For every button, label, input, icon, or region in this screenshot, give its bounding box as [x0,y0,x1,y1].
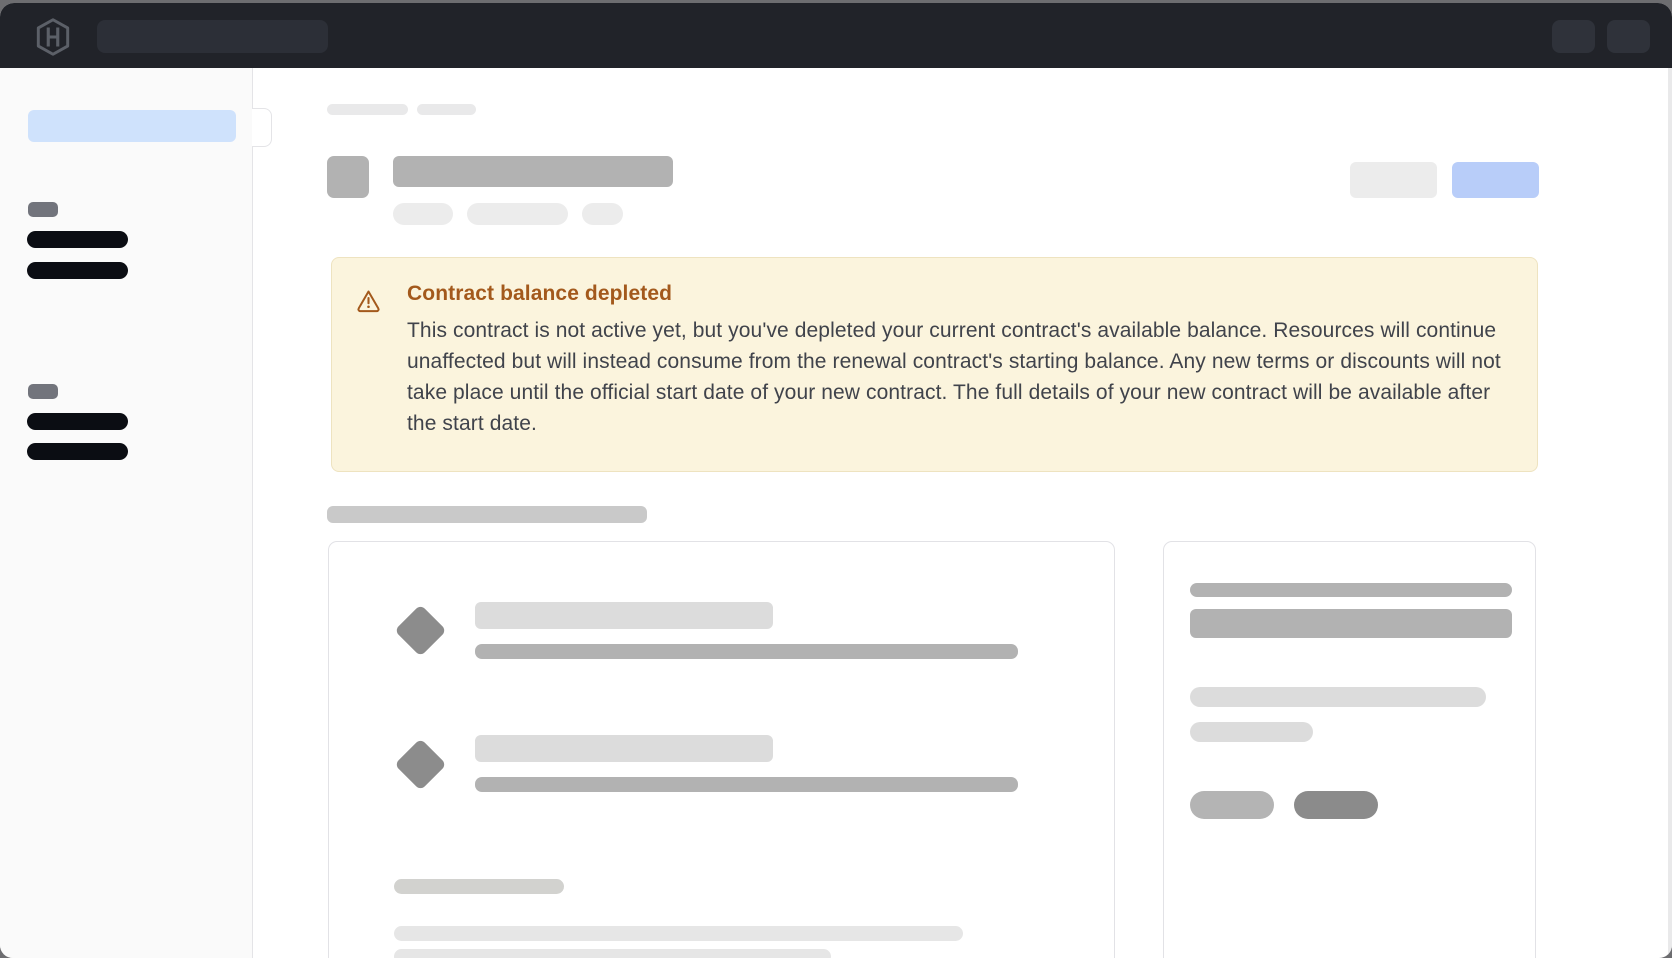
secondary-action-button[interactable] [1350,162,1437,198]
breadcrumb-item[interactable] [327,104,408,115]
app-window: Contract balance depleted This contract … [0,3,1672,958]
item-text-skeleton [475,644,1018,659]
screenshot-canvas: Contract balance depleted This contract … [0,0,1672,958]
diamond-icon [394,604,446,656]
sidebar-nav-link[interactable] [27,231,128,248]
footnote-label-skeleton [394,879,564,894]
global-search-input[interactable] [97,20,328,53]
sidebar-nav-link[interactable] [27,413,128,430]
warning-triangle-icon [356,288,381,313]
summary-title-skeleton [1190,583,1512,597]
sidebar-section-label [28,202,58,217]
details-card [328,541,1115,958]
sidebar-nav-link[interactable] [27,262,128,279]
page-title-skeleton [393,156,673,187]
sidebar-section-label [28,384,58,399]
card-button-placeholder[interactable] [1190,791,1274,819]
status-badge [467,203,568,225]
summary-text-skeleton [1190,687,1486,707]
warning-alert: Contract balance depleted This contract … [331,257,1538,472]
alert-content: Contract balance depleted This contract … [407,280,1512,471]
scrollbar[interactable] [1668,68,1672,958]
alert-title: Contract balance depleted [407,280,1512,308]
card-button-placeholder[interactable] [1294,791,1378,819]
breadcrumb-item[interactable] [417,104,476,115]
footnote-text-skeleton [394,926,963,941]
sidebar-active-item[interactable] [28,110,236,142]
diamond-icon [394,738,446,790]
sidebar [0,68,253,958]
primary-action-button[interactable] [1452,162,1539,198]
top-nav-bar [0,3,1672,68]
topbar-help-button[interactable] [1552,20,1595,53]
hashicorp-logo-icon [35,18,71,56]
sidebar-collapse-toggle[interactable] [252,108,272,147]
item-text-skeleton [475,777,1018,792]
topbar-account-button[interactable] [1607,20,1650,53]
alert-body: This contract is not active yet, but you… [407,315,1512,439]
status-badge [393,203,453,225]
page-icon [327,156,369,198]
footnote-text-skeleton [394,949,831,958]
summary-card [1163,541,1536,958]
item-title-skeleton [475,602,773,629]
summary-text-skeleton [1190,722,1313,742]
summary-value-skeleton [1190,609,1512,638]
item-title-skeleton [475,735,773,762]
section-title-skeleton [327,506,647,523]
sidebar-nav-link[interactable] [27,443,128,460]
status-badge [582,203,623,225]
